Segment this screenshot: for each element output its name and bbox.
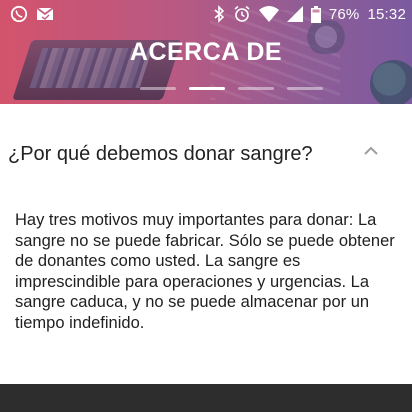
clock: 15:32 [367,5,406,23]
alarm-icon [234,5,250,22]
faq-question[interactable]: ¿Por qué debemos donar sangre? [8,143,313,166]
pager-dot[interactable] [140,87,176,90]
bluetooth-icon [214,5,224,23]
bottom-area [0,384,412,412]
pager-dot-active[interactable] [189,87,225,90]
battery-icon [310,5,321,23]
battery-percent: 76% [328,5,360,23]
whatsapp-icon [10,5,28,23]
screen: 76% 15:32 ACERCA DE ¿Por qué debemos don… [0,0,412,412]
pager-dot[interactable] [238,87,274,90]
header-banner: 76% 15:32 ACERCA DE [0,0,412,104]
page-title: ACERCA DE [129,38,283,66]
signal-icon [286,6,303,22]
faq-answer: Hay tres motivos muy importantes para do… [15,211,395,332]
pager-dot[interactable] [287,87,323,90]
status-left [10,5,54,23]
faq-card: ¿Por qué debemos donar sangre? Hay tres … [0,104,412,384]
pager-indicator [140,87,323,90]
chevron-up-icon[interactable] [362,144,380,158]
gmail-icon [36,7,54,20]
status-right: 76% 15:32 [213,4,406,24]
wifi-icon [258,6,279,22]
status-bar: 76% 15:32 [0,0,412,30]
